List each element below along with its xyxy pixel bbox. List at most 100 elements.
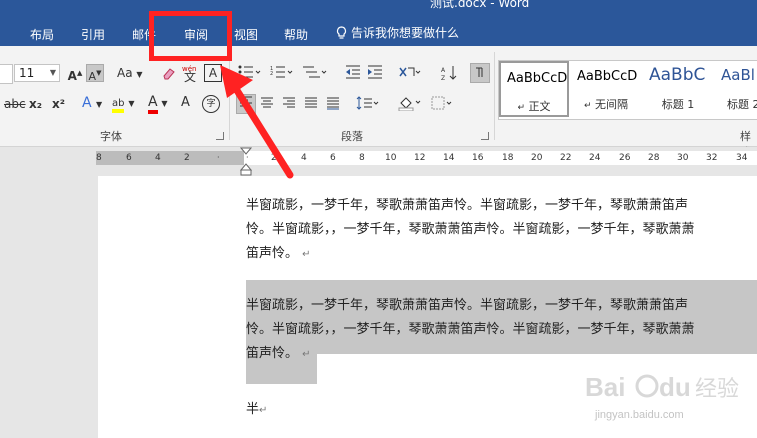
increase-indent-icon[interactable]: [366, 64, 384, 82]
ruler-number: 32: [706, 153, 718, 163]
font-size-box[interactable]: 11 ▼: [14, 64, 60, 82]
style-name: ↵ 无间隔: [583, 98, 629, 111]
ruler-number: 26: [619, 153, 631, 163]
decrease-indent-icon[interactable]: [344, 64, 362, 82]
text-line: 半窗疏影，一梦千年，琴歌萧萧笛声怜。半窗疏影，一梦千年，琴歌萧萧笛声: [246, 298, 689, 313]
paragraph-1[interactable]: 半窗疏影，一梦千年，琴歌萧萧笛声怜。半窗疏影，一梦千年，琴歌萧萧笛声 怜。半窗疏…: [246, 194, 695, 267]
show-marks-icon[interactable]: [470, 63, 490, 83]
ruler-number: 6: [330, 153, 336, 163]
style-sample: AaBbC: [649, 65, 706, 85]
tab-view[interactable]: 视图: [234, 26, 258, 43]
svg-text:Bai: Bai: [585, 372, 625, 402]
svg-text:经验: 经验: [695, 377, 739, 402]
ruler-number: 20: [531, 153, 543, 163]
sort-icon[interactable]: AZ: [440, 64, 458, 82]
ruler-number: 22: [560, 153, 572, 163]
superscript-label: x²: [52, 97, 65, 111]
ruler-number: 30: [677, 153, 689, 163]
ruler-number: 14: [443, 153, 455, 163]
tell-me-label: 告诉我你想要做什么: [351, 26, 460, 40]
ruler-number: 10: [385, 153, 397, 163]
superscript-button[interactable]: x²: [52, 96, 65, 112]
text-line-last: 笛声怜。 ↵: [246, 246, 311, 261]
style-sample: AaBbCcD: [577, 69, 638, 84]
highlight-button[interactable]: ab ▼: [112, 94, 134, 113]
ruler-number: 8: [96, 153, 102, 163]
borders-icon[interactable]: [430, 95, 454, 113]
style-heading-1[interactable]: AaBbC 标题 1: [643, 61, 713, 117]
style-sample: AaBbCcD: [507, 71, 568, 86]
text-effects-label: A: [82, 95, 92, 111]
tab-help[interactable]: 帮助: [284, 26, 308, 43]
style-name: 标题 2: [727, 98, 757, 111]
phonetic-guide-button[interactable]: wén 文: [180, 62, 200, 84]
multilevel-list-icon[interactable]: [300, 64, 330, 82]
text-line: 半窗疏影，一梦千年，琴歌萧萧笛声怜。半窗疏影，一梦千年，琴歌萧萧笛声: [246, 198, 689, 213]
ruler-number: 28: [648, 153, 660, 163]
font-size-value: 11: [19, 66, 35, 80]
svg-text:Z: Z: [441, 75, 445, 81]
distributed-icon[interactable]: [324, 95, 342, 113]
style-no-spacing[interactable]: AaBbCcD ↵ 无间隔: [571, 61, 641, 117]
svg-text:du: du: [659, 372, 691, 402]
style-name: 标题 1: [661, 98, 695, 111]
subscript-button[interactable]: x₂: [29, 96, 42, 112]
change-case-button[interactable]: Aa ▼: [117, 65, 143, 83]
text-effects-button[interactable]: A ▼: [82, 95, 102, 113]
ruler-number: 4: [301, 153, 307, 163]
chinese-layout-icon[interactable]: [396, 64, 424, 82]
style-normal[interactable]: AaBbCcD ↵ 正文: [499, 61, 569, 117]
ruler-number: 2: [184, 153, 190, 163]
lightbulb-icon: [336, 26, 347, 39]
tab-references[interactable]: 引用: [81, 26, 105, 43]
ruler-number: 8: [359, 153, 365, 163]
font-color-button[interactable]: A ▼: [148, 94, 168, 114]
ruler-number: 6: [126, 153, 132, 163]
svg-text:A: A: [441, 67, 446, 74]
styles-gallery: AaBbCcD ↵ 正文 AaBbCcD ↵ 无间隔 AaBbC 标题 1 Aa…: [498, 60, 757, 120]
text-line: 怜。半窗疏影，，一梦千年，琴歌萧萧笛声怜。半窗疏影，一梦千年，琴歌萧萧: [246, 322, 695, 337]
window-title: 测试.docx - Word: [430, 0, 530, 10]
font-group-label: 字体: [100, 130, 122, 143]
shading-icon[interactable]: [396, 94, 424, 112]
grow-font-icon[interactable]: A▲: [66, 64, 84, 83]
paragraph-2-selected[interactable]: 半窗疏影，一梦千年，琴歌萧萧笛声怜。半窗疏影，一梦千年，琴歌萧萧笛声 怜。半窗疏…: [246, 294, 695, 367]
subscript-label: x₂: [29, 97, 42, 111]
ruler-number: 16: [472, 153, 484, 163]
ruler-number: 24: [589, 153, 601, 163]
eraser-icon[interactable]: [160, 64, 178, 82]
ribbon: 11 ▼ A▲ A▼ Aa ▼ wén 文 A abc x₂ x² A ▼ ab…: [0, 46, 757, 159]
horizontal-ruler[interactable]: 8 6 4 2 · · 2 4 6 8 10 12 14 16 18 20 22…: [96, 151, 757, 165]
phonetic-char: 文: [184, 70, 197, 84]
ribbon-separator: [494, 52, 495, 140]
font-color-label: A: [148, 94, 158, 114]
tell-me-search[interactable]: 告诉我你想要做什么: [336, 24, 459, 41]
chevron-down-icon[interactable]: ▼: [50, 65, 56, 81]
character-shading-button[interactable]: A: [181, 95, 190, 111]
tab-layout[interactable]: 布局: [30, 26, 54, 43]
ruler-number: 12: [414, 153, 426, 163]
text-line-last: 笛声怜。 ↵: [246, 346, 311, 361]
style-name: ↵ 正文: [517, 100, 551, 113]
highlight-label: ab: [112, 98, 125, 113]
ruler-number: 4: [155, 153, 161, 163]
strikethrough-button[interactable]: abc: [4, 96, 26, 112]
ruler-number: 34: [736, 153, 748, 163]
paragraph-group-label: 段落: [341, 130, 363, 143]
paragraph-dialog-launcher[interactable]: [481, 132, 489, 140]
style-heading-2[interactable]: AaBl 标题 2: [715, 61, 757, 117]
change-case-label: Aa: [117, 66, 133, 80]
paragraph-3[interactable]: 半↵: [246, 398, 267, 423]
ruler-number: 18: [502, 153, 514, 163]
font-name-box[interactable]: [0, 64, 13, 84]
justify-icon[interactable]: [302, 95, 320, 113]
baidu-watermark-logo: Bai du 经验 jingyan.baidu.com: [585, 372, 739, 421]
shrink-font-icon[interactable]: A▼: [86, 64, 104, 83]
svg-text:jingyan.baidu.com: jingyan.baidu.com: [594, 409, 684, 421]
text-line: 怜。半窗疏影，，一梦千年，琴歌萧萧笛声怜。半窗疏影，一梦千年，琴歌萧萧: [246, 222, 695, 237]
title-tab-bar: 测试.docx - Word 布局 引用 邮件 审阅 视图 帮助 告诉我你想要做…: [0, 0, 757, 46]
red-arrow-icon: [220, 65, 294, 179]
highlight-box: [149, 11, 232, 61]
line-spacing-icon[interactable]: [354, 95, 382, 113]
ruler-area: 8 6 4 2 · · 2 4 6 8 10 12 14 16 18 20 22…: [0, 147, 757, 176]
